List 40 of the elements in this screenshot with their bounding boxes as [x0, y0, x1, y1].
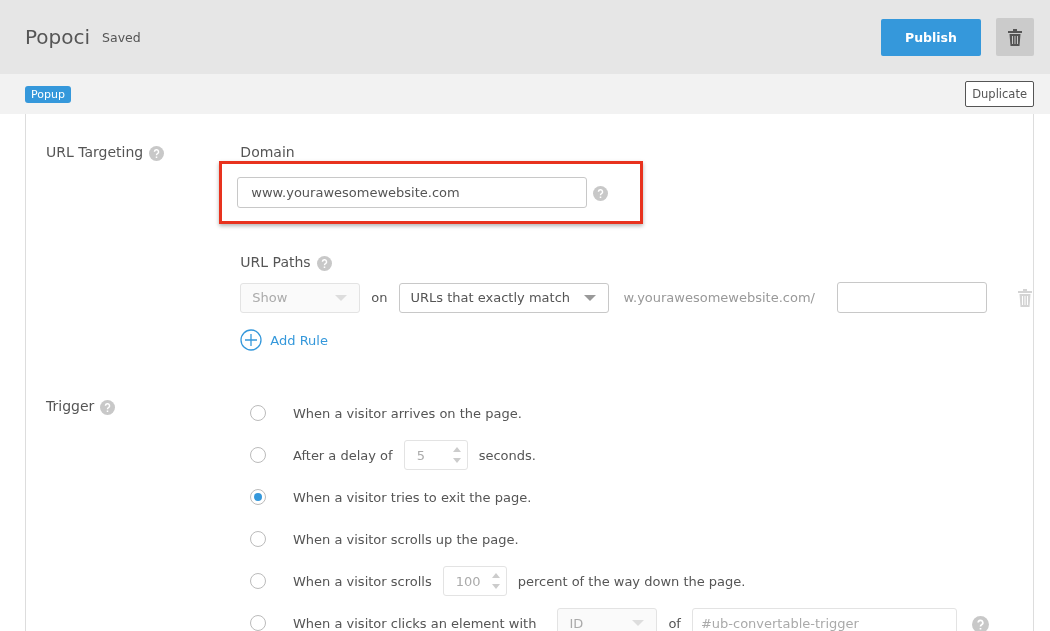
spinner-icon[interactable] — [491, 572, 500, 590]
number-field[interactable]: 5 — [403, 440, 468, 470]
domain-field[interactable]: www.yourawesomewebsite.com — [237, 177, 588, 208]
option-text: of — [668, 615, 681, 631]
help-icon[interactable] — [593, 186, 609, 201]
add-rule-button[interactable]: Add Rule — [240, 329, 328, 351]
option-text: seconds. — [478, 447, 536, 463]
trash-icon[interactable] — [1017, 287, 1033, 308]
help-icon[interactable] — [149, 146, 165, 161]
help-icon[interactable] — [100, 400, 116, 415]
section-label: Trigger — [46, 398, 95, 414]
url-prefix: w.yourawesomewebsite.com/ — [623, 290, 815, 305]
spinner-icon[interactable] — [452, 446, 461, 464]
option-text: When a visitor clicks an element with — [293, 615, 537, 631]
selector-field[interactable]: #ub-convertable-trigger — [691, 608, 957, 631]
number-field[interactable]: 100 — [442, 566, 507, 596]
path-field[interactable] — [837, 282, 987, 313]
option-text: When a visitor arrives on the page. — [293, 405, 522, 421]
action-dropdown[interactable]: Show — [240, 282, 361, 313]
option-text: percent of the way down the page. — [517, 573, 746, 589]
plus-circle-icon — [240, 329, 263, 351]
page-title: Popoci — [25, 25, 91, 49]
option-text: When a visitor scrolls up the page. — [293, 531, 519, 547]
help-icon[interactable] — [316, 256, 332, 271]
connector-label: on — [371, 290, 388, 305]
help-icon[interactable] — [971, 615, 989, 631]
publish-button[interactable]: Publish — [881, 18, 981, 56]
option-text: When a visitor scrolls — [293, 573, 432, 589]
domain-label: Domain — [240, 144, 296, 160]
save-status: Saved — [102, 29, 141, 45]
paths-label: URL Paths — [240, 254, 311, 271]
selector-dropdown[interactable]: ID — [557, 608, 658, 631]
delete-button[interactable] — [996, 18, 1034, 56]
option-text: When a visitor tries to exit the page. — [293, 489, 532, 505]
option-text: After a delay of — [293, 447, 393, 463]
section-label: URL Targeting — [46, 144, 144, 160]
popup-badge: Popup — [25, 85, 71, 103]
duplicate-button[interactable]: Duplicate — [965, 81, 1034, 107]
match-dropdown[interactable]: URLs that exactly match — [398, 282, 609, 313]
trash-icon — [1007, 28, 1023, 46]
